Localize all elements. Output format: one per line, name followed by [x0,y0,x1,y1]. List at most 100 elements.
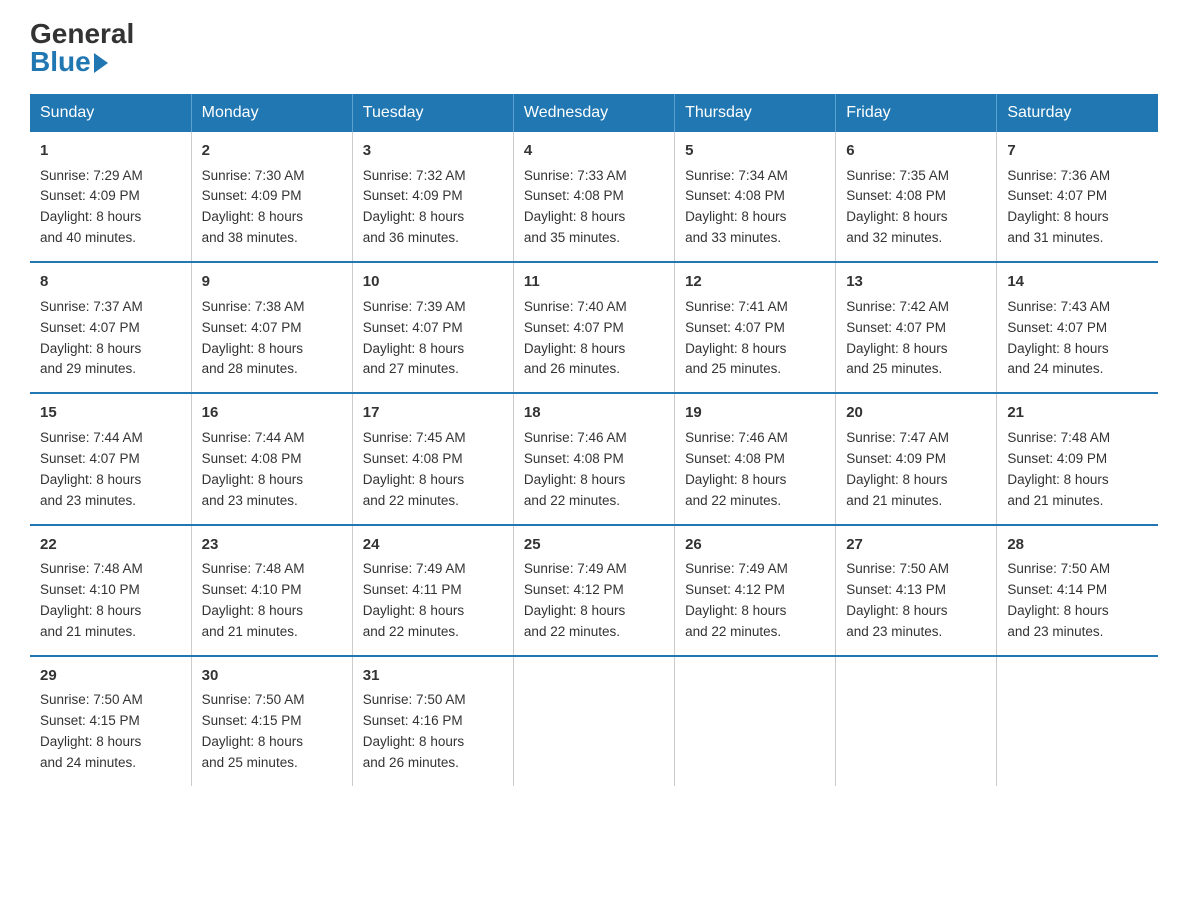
day-info: Sunrise: 7:49 AMSunset: 4:12 PMDaylight:… [524,561,627,639]
calendar-cell: 10 Sunrise: 7:39 AMSunset: 4:07 PMDayligh… [352,262,513,393]
day-info: Sunrise: 7:44 AMSunset: 4:08 PMDaylight:… [202,430,305,508]
calendar-cell: 14 Sunrise: 7:43 AMSunset: 4:07 PMDayligh… [997,262,1158,393]
day-info: Sunrise: 7:47 AMSunset: 4:09 PMDaylight:… [846,430,949,508]
day-info: Sunrise: 7:49 AMSunset: 4:11 PMDaylight:… [363,561,466,639]
week-row-4: 22 Sunrise: 7:48 AMSunset: 4:10 PMDayligh… [30,525,1158,656]
day-number: 8 [40,271,181,294]
day-info: Sunrise: 7:33 AMSunset: 4:08 PMDaylight:… [524,168,627,246]
day-info: Sunrise: 7:39 AMSunset: 4:07 PMDaylight:… [363,299,466,377]
day-info: Sunrise: 7:29 AMSunset: 4:09 PMDaylight:… [40,168,143,246]
day-number: 10 [363,271,503,294]
day-info: Sunrise: 7:46 AMSunset: 4:08 PMDaylight:… [685,430,788,508]
page-header: General Blue [30,20,1158,76]
calendar-cell: 20Sunrise: 7:47 AMSunset: 4:09 PMDayligh… [836,393,997,524]
day-info: Sunrise: 7:45 AMSunset: 4:08 PMDaylight:… [363,430,466,508]
day-number: 11 [524,271,664,294]
calendar-cell: 25Sunrise: 7:49 AMSunset: 4:12 PMDayligh… [513,525,674,656]
day-info: Sunrise: 7:37 AMSunset: 4:07 PMDaylight:… [40,299,143,377]
day-info: Sunrise: 7:50 AMSunset: 4:15 PMDaylight:… [202,692,305,770]
day-info: Sunrise: 7:38 AMSunset: 4:07 PMDaylight:… [202,299,305,377]
calendar-cell: 17 Sunrise: 7:45 AMSunset: 4:08 PMDayligh… [352,393,513,524]
day-number: 18 [524,402,664,425]
day-info: Sunrise: 7:50 AMSunset: 4:16 PMDaylight:… [363,692,466,770]
day-number: 17 [363,402,503,425]
week-row-5: 29 Sunrise: 7:50 AMSunset: 4:15 PMDayligh… [30,656,1158,786]
calendar-cell: 6 Sunrise: 7:35 AMSunset: 4:08 PMDaylight… [836,132,997,262]
calendar-cell: 15Sunrise: 7:44 AMSunset: 4:07 PMDayligh… [30,393,191,524]
weekday-header-thursday: Thursday [675,94,836,132]
day-number: 29 [40,665,181,688]
calendar-cell: 12 Sunrise: 7:41 AMSunset: 4:07 PMDayligh… [675,262,836,393]
calendar-cell: 8 Sunrise: 7:37 AMSunset: 4:07 PMDaylight… [30,262,191,393]
day-number: 1 [40,140,181,163]
calendar-cell: 13Sunrise: 7:42 AMSunset: 4:07 PMDayligh… [836,262,997,393]
calendar-cell: 1 Sunrise: 7:29 AMSunset: 4:09 PMDaylight… [30,132,191,262]
day-number: 27 [846,534,986,557]
calendar-cell: 3 Sunrise: 7:32 AMSunset: 4:09 PMDaylight… [352,132,513,262]
calendar-cell [675,656,836,786]
day-info: Sunrise: 7:50 AMSunset: 4:13 PMDaylight:… [846,561,949,639]
calendar-cell: 23 Sunrise: 7:48 AMSunset: 4:10 PMDayligh… [191,525,352,656]
day-number: 7 [1007,140,1148,163]
day-info: Sunrise: 7:35 AMSunset: 4:08 PMDaylight:… [846,168,949,246]
day-info: Sunrise: 7:36 AMSunset: 4:07 PMDaylight:… [1007,168,1110,246]
day-info: Sunrise: 7:46 AMSunset: 4:08 PMDaylight:… [524,430,627,508]
calendar-cell: 2Sunrise: 7:30 AMSunset: 4:09 PMDaylight… [191,132,352,262]
day-number: 4 [524,140,664,163]
day-number: 21 [1007,402,1148,425]
day-number: 14 [1007,271,1148,294]
day-number: 31 [363,665,503,688]
week-row-2: 8 Sunrise: 7:37 AMSunset: 4:07 PMDaylight… [30,262,1158,393]
calendar-cell: 21 Sunrise: 7:48 AMSunset: 4:09 PMDayligh… [997,393,1158,524]
day-info: Sunrise: 7:42 AMSunset: 4:07 PMDaylight:… [846,299,949,377]
day-info: Sunrise: 7:44 AMSunset: 4:07 PMDaylight:… [40,430,143,508]
day-number: 6 [846,140,986,163]
calendar-cell: 16 Sunrise: 7:44 AMSunset: 4:08 PMDayligh… [191,393,352,524]
logo-general-text: General [30,20,134,48]
day-number: 9 [202,271,342,294]
day-number: 22 [40,534,181,557]
day-number: 5 [685,140,825,163]
day-number: 26 [685,534,825,557]
weekday-header-sunday: Sunday [30,94,191,132]
day-number: 12 [685,271,825,294]
calendar-cell: 19 Sunrise: 7:46 AMSunset: 4:08 PMDayligh… [675,393,836,524]
day-info: Sunrise: 7:40 AMSunset: 4:07 PMDaylight:… [524,299,627,377]
calendar-cell: 5 Sunrise: 7:34 AMSunset: 4:08 PMDaylight… [675,132,836,262]
day-number: 23 [202,534,342,557]
day-info: Sunrise: 7:32 AMSunset: 4:09 PMDaylight:… [363,168,466,246]
weekday-header-wednesday: Wednesday [513,94,674,132]
calendar-cell: 22 Sunrise: 7:48 AMSunset: 4:10 PMDayligh… [30,525,191,656]
calendar-cell: 27 Sunrise: 7:50 AMSunset: 4:13 PMDayligh… [836,525,997,656]
day-info: Sunrise: 7:48 AMSunset: 4:09 PMDaylight:… [1007,430,1110,508]
day-info: Sunrise: 7:41 AMSunset: 4:07 PMDaylight:… [685,299,788,377]
weekday-header-row: SundayMondayTuesdayWednesdayThursdayFrid… [30,94,1158,132]
calendar-cell [836,656,997,786]
day-info: Sunrise: 7:50 AMSunset: 4:14 PMDaylight:… [1007,561,1110,639]
calendar-cell: 31 Sunrise: 7:50 AMSunset: 4:16 PMDayligh… [352,656,513,786]
calendar-cell: 4 Sunrise: 7:33 AMSunset: 4:08 PMDaylight… [513,132,674,262]
calendar-cell: 28 Sunrise: 7:50 AMSunset: 4:14 PMDayligh… [997,525,1158,656]
calendar-table: SundayMondayTuesdayWednesdayThursdayFrid… [30,94,1158,786]
day-number: 19 [685,402,825,425]
calendar-cell: 30 Sunrise: 7:50 AMSunset: 4:15 PMDayligh… [191,656,352,786]
day-info: Sunrise: 7:50 AMSunset: 4:15 PMDaylight:… [40,692,143,770]
calendar-cell: 24Sunrise: 7:49 AMSunset: 4:11 PMDayligh… [352,525,513,656]
calendar-cell [997,656,1158,786]
day-number: 28 [1007,534,1148,557]
calendar-cell: 7 Sunrise: 7:36 AMSunset: 4:07 PMDaylight… [997,132,1158,262]
weekday-header-saturday: Saturday [997,94,1158,132]
calendar-cell [513,656,674,786]
day-info: Sunrise: 7:43 AMSunset: 4:07 PMDaylight:… [1007,299,1110,377]
day-info: Sunrise: 7:48 AMSunset: 4:10 PMDaylight:… [202,561,305,639]
day-number: 30 [202,665,342,688]
day-number: 16 [202,402,342,425]
calendar-cell: 29 Sunrise: 7:50 AMSunset: 4:15 PMDayligh… [30,656,191,786]
logo: General Blue [30,20,134,76]
calendar-cell: 26 Sunrise: 7:49 AMSunset: 4:12 PMDayligh… [675,525,836,656]
day-number: 3 [363,140,503,163]
day-info: Sunrise: 7:34 AMSunset: 4:08 PMDaylight:… [685,168,788,246]
day-info: Sunrise: 7:48 AMSunset: 4:10 PMDaylight:… [40,561,143,639]
day-info: Sunrise: 7:49 AMSunset: 4:12 PMDaylight:… [685,561,788,639]
week-row-3: 15Sunrise: 7:44 AMSunset: 4:07 PMDayligh… [30,393,1158,524]
